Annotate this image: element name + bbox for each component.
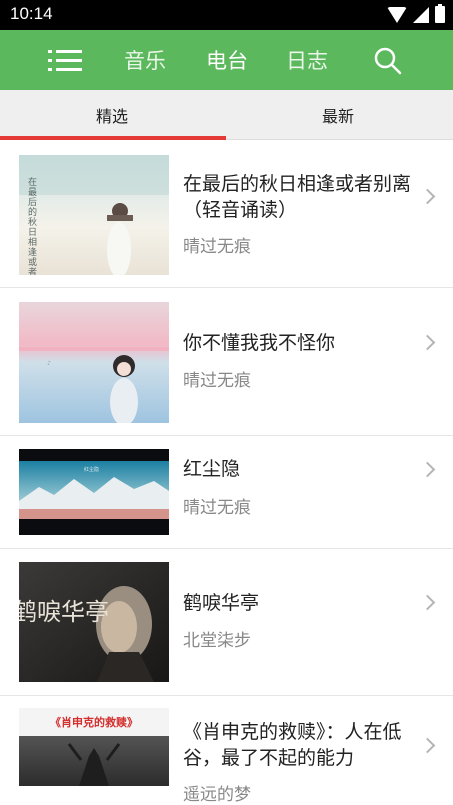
thumbnail-image: 红尘隐 [19, 449, 169, 535]
list-item[interactable]: 鹤唳华亭 鹤唳华亭 北堂柒步 [0, 549, 453, 696]
list-item[interactable]: 红尘隐 红尘隐 晴过无痕 [0, 436, 453, 549]
sub-tabs: 精选 最新 [0, 90, 453, 140]
list-item[interactable]: 在最后的秋日相逢或者别离 在最后的秋日相逢或者别离 （轻音诵读） 晴过无痕 [0, 140, 453, 288]
nav-radio[interactable]: 电台 [206, 45, 248, 75]
menu-icon[interactable] [48, 50, 82, 72]
battery-icon [435, 4, 445, 23]
status-time: 10:14 [10, 4, 53, 23]
item-title: 红尘隐 [183, 458, 241, 480]
item-title: 在最后的秋日相逢或者别离 （轻音诵读） [183, 173, 412, 221]
cellular-signal-icon [413, 6, 429, 23]
list-item[interactable]: 《肖申克的救赎》 《肖申克的救赎》：人在低谷，最了不起的能力 遥远的梦 [0, 696, 453, 805]
item-author: 北堂柒步 [183, 631, 251, 651]
poster-text: 鹤唳华亭 [19, 598, 109, 626]
wifi-icon [387, 6, 407, 23]
item-author: 晴过无痕 [183, 237, 251, 257]
item-title: 你不懂我我不怪你 [183, 332, 336, 354]
search-icon[interactable] [373, 46, 403, 76]
top-nav: 音乐 电台 日志 [0, 30, 453, 90]
status-bar: 10:14 [0, 0, 453, 30]
tab-latest[interactable]: 最新 [322, 103, 354, 127]
item-author: 晴过无痕 [183, 498, 251, 518]
item-title: 鹤唳华亭 [183, 592, 260, 614]
poster-text: 《肖申克的救赎》 [50, 715, 138, 729]
thumbnail-image: 鹤唳华亭 [19, 562, 169, 682]
thumbnail-image: 在最后的秋日相逢或者别离 [19, 155, 169, 275]
tab-featured[interactable]: 精选 [96, 103, 128, 127]
list-item[interactable]: ♪ 你不懂我我不怪你 晴过无痕 [0, 288, 453, 436]
thumbnail-image: ♪ [19, 302, 169, 423]
thumbnail-image: 《肖申克的救赎》 [19, 708, 169, 786]
poster-text: ♪ [46, 360, 53, 367]
poster-text: 在最后的秋日相逢或者别离 [26, 176, 37, 275]
item-author: 晴过无痕 [183, 371, 251, 391]
nav-music[interactable]: 音乐 [124, 45, 166, 75]
item-title: 《肖申克的救赎》：人在低谷，最了不起的能力 [183, 721, 402, 769]
nav-journal[interactable]: 日志 [286, 45, 328, 75]
item-author: 遥远的梦 [183, 785, 251, 805]
poster-text: 红尘隐 [84, 466, 99, 473]
article-list: 在最后的秋日相逢或者别离 在最后的秋日相逢或者别离 （轻音诵读） 晴过无痕 ♪ [0, 140, 453, 805]
status-icons [387, 4, 445, 23]
